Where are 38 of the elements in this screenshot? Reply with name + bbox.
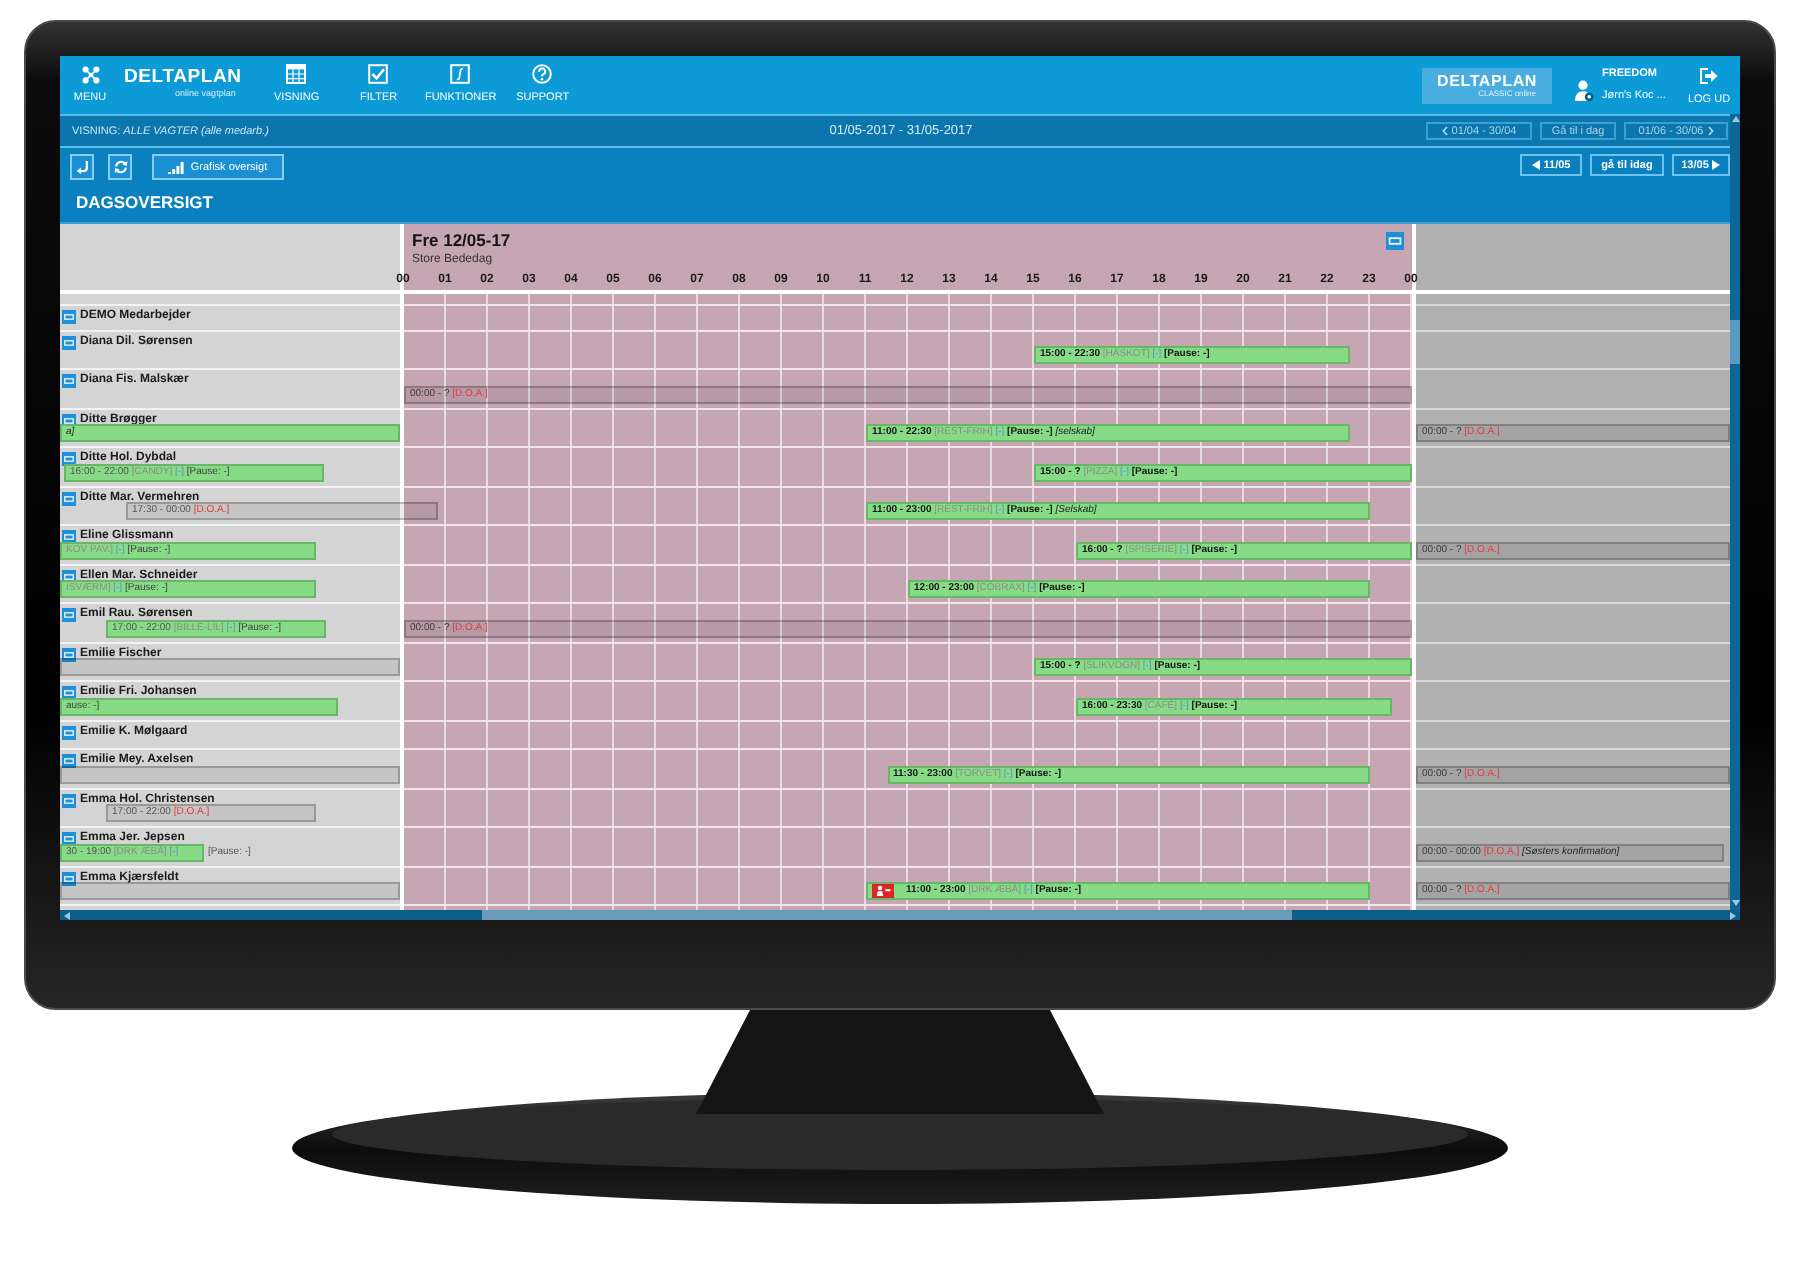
horizontal-scrollbar[interactable] — [60, 910, 1740, 920]
user-icon — [1574, 80, 1594, 102]
collapse-icon[interactable] — [62, 831, 76, 845]
section-title: DAGSOVERSIGT — [76, 194, 213, 212]
help-icon — [532, 64, 553, 84]
collapse-icon[interactable] — [62, 529, 76, 543]
collapse-icon[interactable] — [62, 871, 76, 885]
scroll-left-icon[interactable] — [64, 911, 70, 919]
refresh-icon — [113, 160, 127, 174]
function-icon — [450, 64, 471, 84]
logout-icon — [1700, 68, 1718, 84]
refresh-button[interactable] — [108, 154, 132, 180]
collapse-icon[interactable] — [62, 685, 76, 699]
triangle-right-icon — [1712, 160, 1721, 170]
calendar-grid-icon — [286, 64, 307, 84]
scroll-right-icon[interactable] — [1730, 911, 1736, 919]
back-button[interactable] — [70, 154, 94, 180]
logo-text: DELTAPLAN — [124, 68, 242, 86]
triangle-left-icon — [1531, 160, 1540, 170]
logo-text: DELTAPLAN — [1437, 74, 1537, 90]
collapse-icon[interactable] — [62, 647, 76, 661]
collapse-icon[interactable] — [1386, 231, 1404, 249]
scrollbar-thumb[interactable] — [482, 910, 1292, 920]
chevron-left-icon — [1441, 126, 1448, 136]
scrollbar-thumb[interactable] — [1730, 320, 1740, 364]
vertical-scrollbar[interactable] — [1730, 114, 1740, 910]
collapse-icon[interactable] — [62, 793, 76, 807]
collapse-icon[interactable] — [62, 491, 76, 505]
bar-chart-icon — [168, 161, 185, 173]
collapse-icon[interactable] — [62, 607, 76, 621]
checkbox-icon — [368, 64, 389, 84]
collapse-icon[interactable] — [62, 373, 76, 387]
day-title: Fre 12/05-17 — [412, 230, 511, 250]
scroll-down-icon[interactable] — [1731, 900, 1739, 906]
return-arrow-icon — [75, 160, 89, 174]
chevron-right-icon — [1707, 126, 1714, 136]
menu-icon — [81, 66, 99, 84]
collapse-icon[interactable] — [62, 451, 76, 465]
